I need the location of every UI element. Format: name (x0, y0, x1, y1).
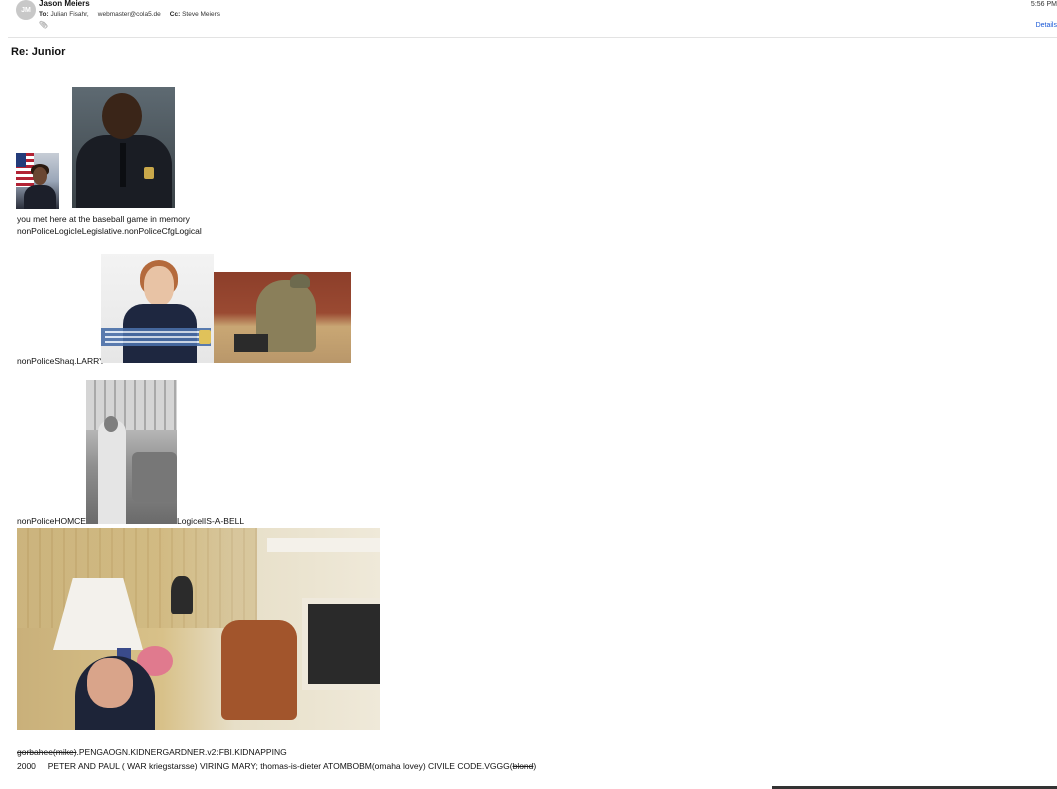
details-link[interactable]: Details (1036, 22, 1057, 29)
office-meeting-photo-image (17, 528, 380, 730)
timestamp: 5:56 PM (1030, 1, 1057, 8)
cc-label: Cc: (169, 11, 181, 18)
strikethrough-text-2: blond (512, 761, 534, 771)
paperclip-icon[interactable]: 📎︎ (39, 21, 48, 29)
sender-name[interactable]: Jason Meiers (39, 0, 90, 8)
header-divider (8, 37, 1057, 38)
body-line-4b: LogicelIS-A-BELL (177, 516, 245, 526)
policewoman-photo-image (101, 254, 214, 363)
body-line-3: nonPoliceShaq.LARRY (17, 356, 105, 366)
recipient-1[interactable]: Julian Fisahr, (50, 11, 88, 18)
body-line-6-end: ) (533, 761, 537, 771)
body-line-2: nonPoliceLogicIeLegislative.nonPoliceCfg… (17, 226, 202, 236)
avatar: JM (16, 0, 36, 20)
cc-recipient-1[interactable]: Steve Meiers (182, 11, 220, 18)
body-line-6: 2000 PETER AND PAUL ( WAR kriegstarsse) … (17, 761, 536, 771)
recipients-line: To: Julian Fisahr, webmaster@cola5.de Cc… (39, 11, 220, 18)
black-white-photo-image (86, 380, 177, 524)
portrait-photo-image (16, 153, 59, 209)
recipient-2[interactable]: webmaster@cola5.de (98, 11, 161, 18)
soldier-laptop-photo-image (214, 272, 351, 363)
body-line-6-text: PETER AND PAUL ( WAR kriegstarsse) VIRIN… (47, 761, 513, 771)
email-subject: Re: Junior (11, 46, 66, 58)
body-line-5: gorbahee(mike).PENGAOGN.KIDNERGARDNER.v2… (17, 747, 287, 757)
police-officer-photo-image (72, 87, 175, 208)
strikethrough-text: gorbahee(mike) (17, 747, 77, 757)
body-line-6-year: 2000 (17, 761, 36, 771)
to-label: To: (39, 11, 49, 18)
body-line-4a: nonPoliceHOMCE (17, 516, 86, 526)
body-line-5-text: .PENGAOGN.KIDNERGARDNER.v2:FBI.KIDNAPPIN… (76, 747, 287, 757)
body-line-1: you met here at the baseball game in mem… (17, 214, 190, 224)
